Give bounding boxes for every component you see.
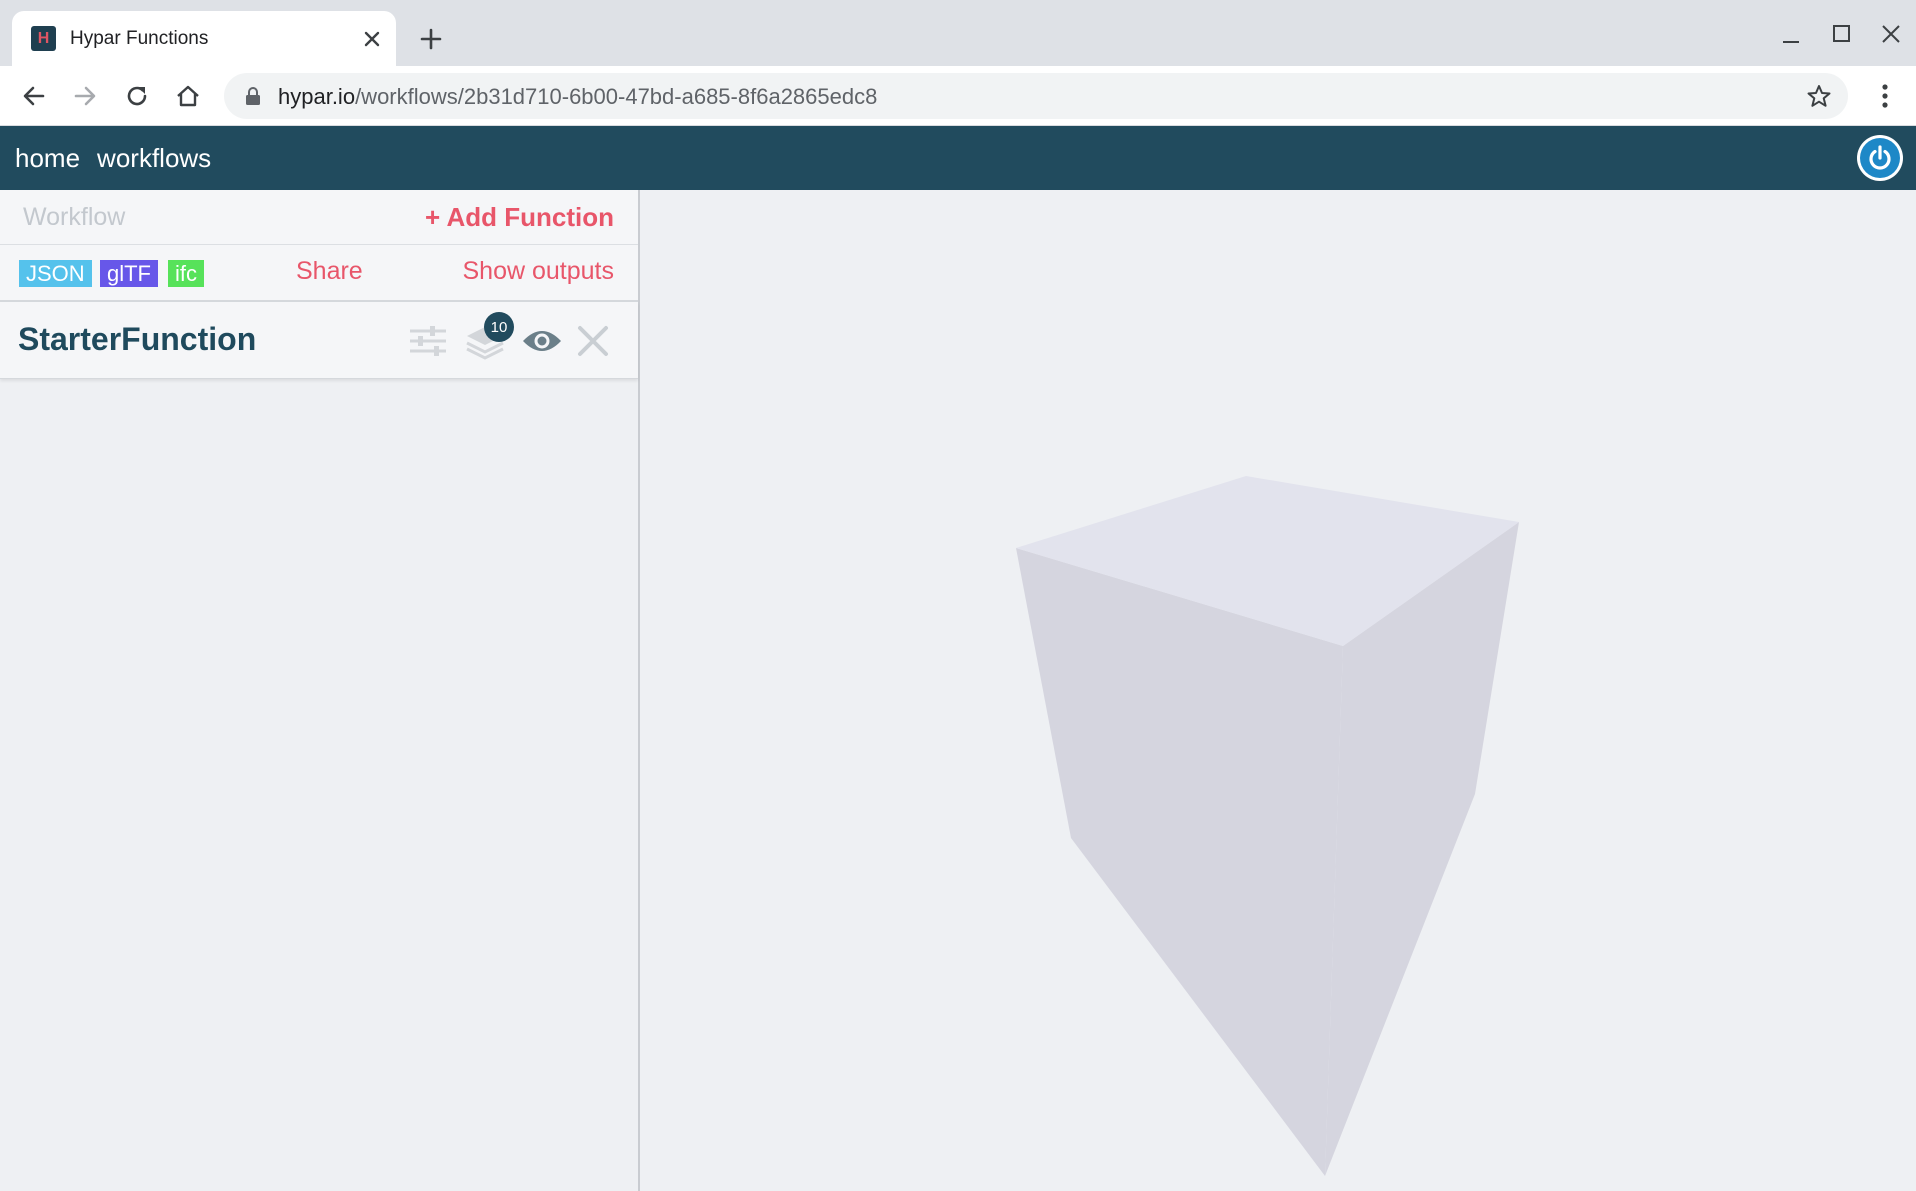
- hypar-favicon-icon: H: [31, 26, 56, 51]
- minimize-window-icon[interactable]: [1776, 20, 1806, 50]
- eye-icon[interactable]: [520, 320, 564, 362]
- browser-tab[interactable]: H Hypar Functions: [12, 11, 396, 66]
- home-button[interactable]: [172, 80, 204, 112]
- nav-home-link[interactable]: home: [15, 143, 80, 174]
- arrow-right-icon: [74, 86, 96, 106]
- close-window-icon[interactable]: [1876, 20, 1906, 50]
- export-ifc-badge[interactable]: ifc: [168, 260, 204, 287]
- reload-icon: [127, 86, 147, 106]
- url-path: /workflows/2b31d710-6b00-47bd-a685-8f6a2…: [355, 84, 878, 109]
- model-canvas[interactable]: [640, 190, 1916, 1191]
- workflow-panel: Workflow + Add Function JSON glTF ifc Sh…: [0, 190, 640, 1191]
- lock-icon: [246, 87, 260, 105]
- bookmark-star-icon[interactable]: [1806, 83, 1832, 109]
- back-button[interactable]: [18, 80, 50, 112]
- share-button[interactable]: Share: [296, 257, 363, 286]
- browser-menu-icon[interactable]: [1870, 80, 1900, 112]
- url-text[interactable]: hypar.io/workflows/2b31d710-6b00-47bd-a6…: [278, 84, 877, 110]
- address-bar[interactable]: hypar.io/workflows/2b31d710-6b00-47bd-a6…: [224, 73, 1848, 119]
- output-count-badge: 10: [484, 312, 514, 342]
- maximize-window-icon[interactable]: [1826, 20, 1856, 50]
- function-name: StarterFunction: [18, 321, 257, 357]
- browser-toolbar: hypar.io/workflows/2b31d710-6b00-47bd-a6…: [0, 66, 1916, 126]
- add-function-button[interactable]: + Add Function: [425, 202, 614, 233]
- export-row: JSON glTF ifc Share Show outputs: [0, 245, 638, 302]
- new-tab-plus-icon[interactable]: [416, 24, 446, 54]
- power-icon: [1860, 138, 1900, 178]
- account-power-button[interactable]: [1857, 135, 1903, 181]
- function-card[interactable]: StarterFunction: [0, 302, 638, 379]
- model-viewport[interactable]: [640, 190, 1916, 1191]
- show-outputs-button[interactable]: Show outputs: [463, 257, 615, 286]
- arrow-left-icon: [23, 86, 45, 106]
- close-icon[interactable]: [571, 320, 615, 362]
- app-nav: home workflows: [15, 143, 211, 174]
- workflow-label: Workflow: [23, 203, 126, 231]
- export-json-badge[interactable]: JSON: [19, 260, 92, 287]
- export-gltf-badge[interactable]: glTF: [100, 260, 158, 287]
- browser-tab-strip: H Hypar Functions: [0, 0, 1916, 66]
- home-icon: [177, 85, 199, 107]
- url-host: hypar.io: [278, 84, 356, 109]
- nav-workflows-link[interactable]: workflows: [97, 143, 211, 174]
- forward-button[interactable]: [69, 80, 101, 112]
- app-header: home workflows: [0, 126, 1916, 190]
- tab-title: Hypar Functions: [70, 28, 209, 49]
- reload-button[interactable]: [121, 80, 153, 112]
- sliders-icon[interactable]: [406, 320, 450, 362]
- cube-left-face: [1016, 548, 1343, 1176]
- workflow-header-row: Workflow + Add Function: [0, 190, 638, 245]
- tab-close-icon[interactable]: [360, 27, 384, 51]
